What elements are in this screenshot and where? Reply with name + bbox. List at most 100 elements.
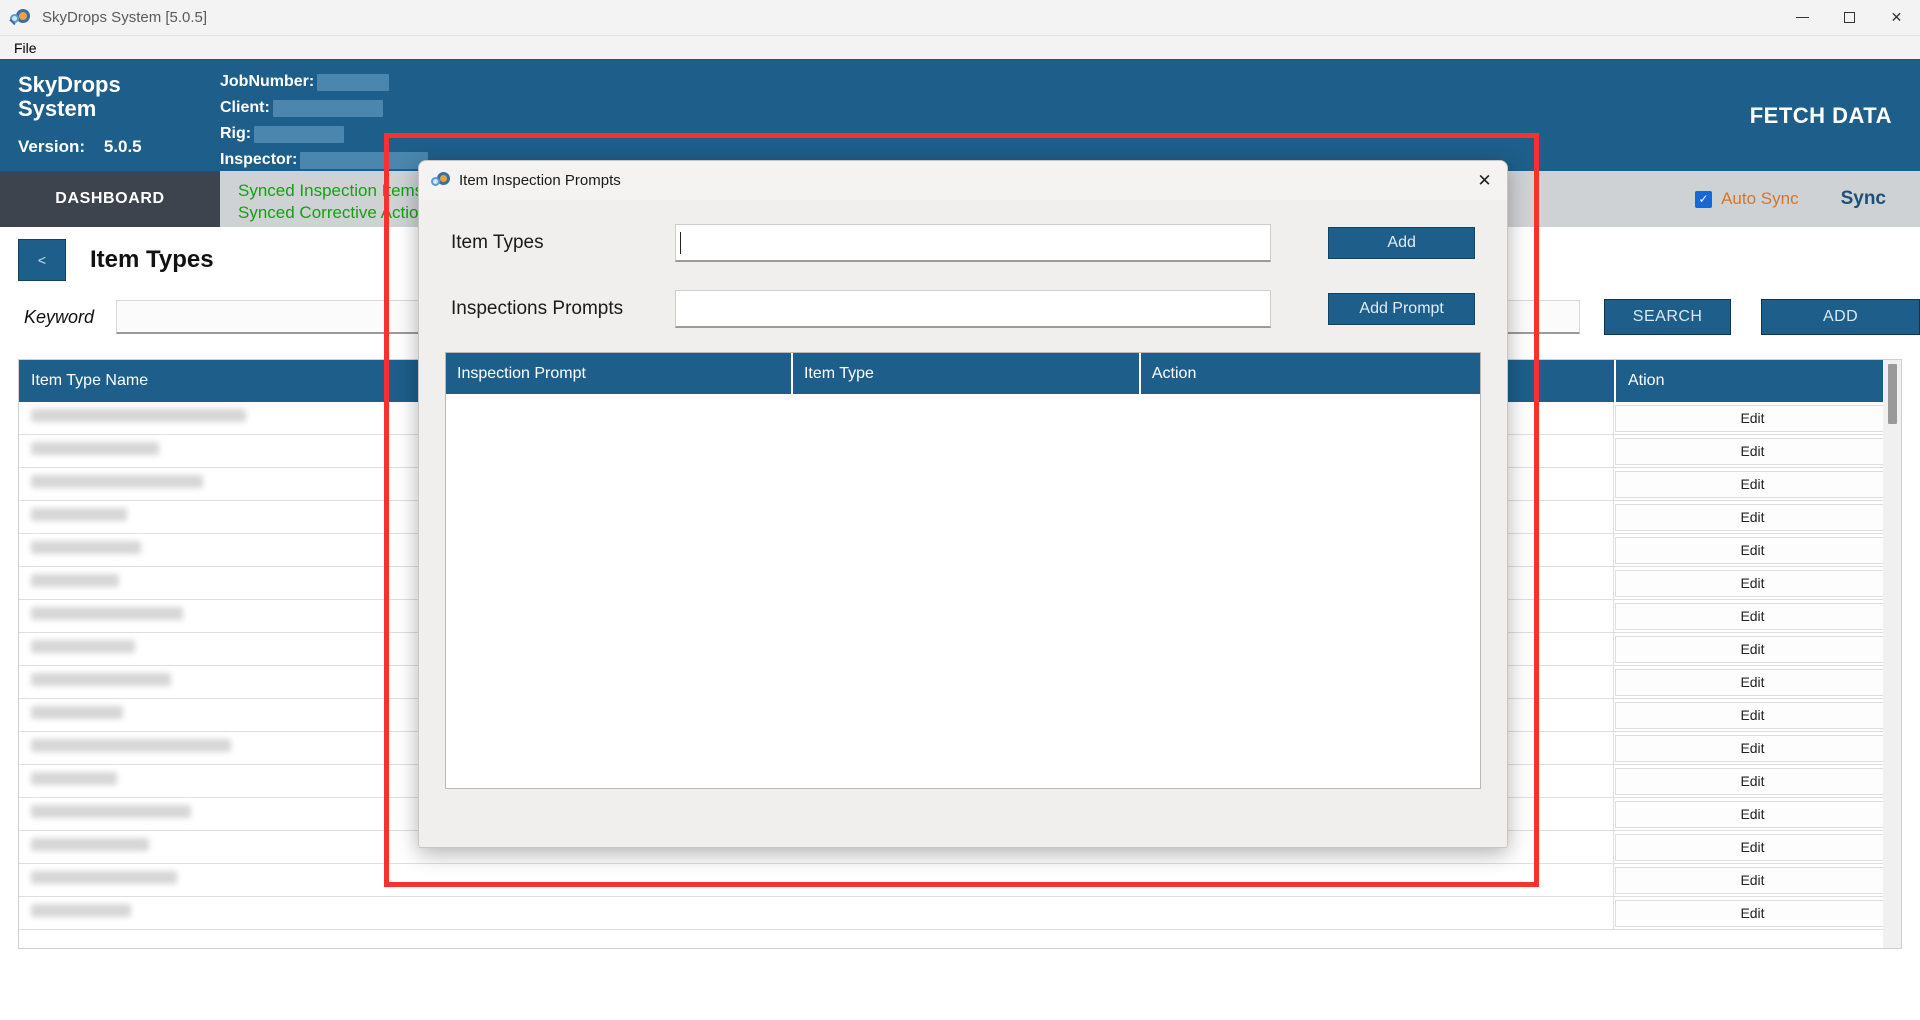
edit-button[interactable]: Edit bbox=[1615, 734, 1890, 762]
window-title: SkyDrops System [5.0.5] bbox=[42, 9, 208, 26]
cell-action: Edit bbox=[1614, 468, 1891, 500]
redacted-value bbox=[31, 772, 117, 785]
edit-button[interactable]: Edit bbox=[1615, 767, 1890, 795]
sync-status-messages: Synced Inspection Items Synced Correctiv… bbox=[220, 171, 436, 227]
auto-sync-checkbox[interactable]: ✓ bbox=[1695, 190, 1713, 208]
application-window: SkyDrops System [5.0.5] ✕ File SkyDrops … bbox=[0, 0, 1920, 1020]
edit-button[interactable]: Edit bbox=[1615, 701, 1890, 729]
job-info-block: JobNumber: Client: Rig: Inspector: bbox=[220, 61, 429, 173]
close-icon[interactable]: ✕ bbox=[1873, 0, 1920, 36]
add-button[interactable]: ADD bbox=[1761, 299, 1920, 335]
cell-action: Edit bbox=[1614, 501, 1891, 533]
rig-row: Rig: bbox=[220, 121, 428, 147]
item-types-field-row: Item Types Add bbox=[451, 220, 1475, 266]
fetch-data-button[interactable]: FETCH DATA bbox=[1750, 103, 1892, 129]
inspections-prompts-label: Inspections Prompts bbox=[451, 298, 624, 319]
back-button[interactable]: < bbox=[18, 239, 66, 281]
brand-name-line2: System bbox=[18, 96, 97, 121]
menu-item-file[interactable]: File bbox=[0, 40, 47, 56]
cell-action: Edit bbox=[1614, 435, 1891, 467]
search-button[interactable]: SEARCH bbox=[1604, 299, 1732, 335]
page-title: Item Types bbox=[90, 246, 214, 273]
edit-button[interactable]: Edit bbox=[1615, 635, 1890, 663]
job-number-row: JobNumber: bbox=[220, 69, 428, 95]
sync-button[interactable]: Sync bbox=[1841, 188, 1886, 210]
edit-button[interactable]: Edit bbox=[1615, 833, 1890, 861]
app-header: SkyDrops System Version: 5.0.5 JobNumber… bbox=[0, 61, 1920, 171]
add-prompt-button[interactable]: Add Prompt bbox=[1328, 293, 1475, 325]
redacted-value bbox=[31, 904, 131, 917]
client-value-redacted bbox=[272, 99, 383, 117]
redacted-value bbox=[31, 871, 177, 884]
edit-button[interactable]: Edit bbox=[1615, 602, 1890, 630]
edit-button[interactable]: Edit bbox=[1615, 536, 1890, 564]
dialog-close-icon[interactable]: ✕ bbox=[1462, 161, 1507, 200]
minimize-button[interactable] bbox=[1779, 0, 1826, 36]
cell-action: Edit bbox=[1614, 633, 1891, 665]
prompts-table-header: Inspection Prompt Item Type Action bbox=[446, 353, 1480, 394]
cell-action: Edit bbox=[1614, 699, 1891, 731]
job-number-value-redacted bbox=[317, 73, 390, 91]
edit-button[interactable]: Edit bbox=[1615, 899, 1890, 927]
client-row: Client: bbox=[220, 95, 428, 121]
redacted-value bbox=[31, 574, 119, 587]
redacted-value bbox=[31, 739, 231, 752]
dashboard-tab[interactable]: DASHBOARD bbox=[0, 171, 220, 227]
inspections-prompts-input[interactable] bbox=[674, 290, 1272, 328]
redacted-value bbox=[31, 640, 135, 653]
window-controls: ✕ bbox=[1779, 0, 1920, 36]
maximize-button[interactable] bbox=[1826, 0, 1873, 36]
item-types-label: Item Types bbox=[451, 232, 544, 253]
cell-action: Edit bbox=[1614, 798, 1891, 830]
edit-button[interactable]: Edit bbox=[1615, 668, 1890, 696]
rig-label: Rig: bbox=[220, 125, 252, 142]
edit-button[interactable]: Edit bbox=[1615, 800, 1890, 828]
text-caret bbox=[679, 231, 681, 254]
add-item-type-button[interactable]: Add bbox=[1328, 227, 1475, 259]
dialog-gear-magnifier-icon bbox=[431, 171, 451, 190]
item-inspection-prompts-dialog: Item Inspection Prompts ✕ Item Types Add… bbox=[418, 160, 1508, 848]
client-label: Client: bbox=[220, 99, 270, 116]
inspector-label: Inspector: bbox=[220, 151, 298, 168]
cell-action: Edit bbox=[1614, 600, 1891, 632]
edit-button[interactable]: Edit bbox=[1615, 437, 1890, 465]
redacted-value bbox=[31, 673, 171, 686]
edit-button[interactable]: Edit bbox=[1615, 866, 1890, 894]
app-gear-magnifier-icon bbox=[9, 8, 32, 28]
cell-action: Edit bbox=[1614, 732, 1891, 764]
edit-button[interactable]: Edit bbox=[1615, 569, 1890, 597]
inspector-value-redacted bbox=[300, 151, 429, 169]
table-row: Edit bbox=[19, 864, 1901, 897]
inspector-row: Inspector: bbox=[220, 147, 429, 173]
keyword-label: Keyword bbox=[24, 306, 95, 327]
version-label: Version: bbox=[18, 137, 86, 156]
table-scrollbar-thumb[interactable] bbox=[1888, 364, 1897, 424]
column-header-item-type: Item Type bbox=[790, 353, 1139, 394]
table-vertical-scrollbar[interactable] bbox=[1883, 360, 1901, 948]
edit-button[interactable]: Edit bbox=[1615, 404, 1890, 432]
menu-bar: File bbox=[0, 36, 1920, 61]
redacted-value bbox=[31, 442, 159, 455]
redacted-value bbox=[31, 541, 141, 554]
sync-status-line-1: Synced Inspection Items bbox=[238, 180, 424, 200]
cell-action: Edit bbox=[1614, 831, 1891, 863]
cell-action: Edit bbox=[1614, 897, 1891, 929]
cell-action: Edit bbox=[1614, 765, 1891, 797]
cell-item-type-name bbox=[19, 897, 1614, 929]
edit-button[interactable]: Edit bbox=[1615, 503, 1890, 531]
cell-item-type-name bbox=[19, 864, 1614, 896]
cell-action: Edit bbox=[1614, 534, 1891, 566]
item-types-input[interactable] bbox=[674, 224, 1272, 262]
rig-value-redacted bbox=[254, 125, 345, 143]
redacted-value bbox=[31, 508, 127, 521]
cell-action: Edit bbox=[1614, 402, 1891, 434]
brand-block: SkyDrops System Version: 5.0.5 bbox=[0, 61, 220, 171]
redacted-value bbox=[31, 805, 191, 818]
inspections-prompts-field-row: Inspections Prompts Add Prompt bbox=[451, 286, 1475, 332]
auto-sync-toggle[interactable]: ✓ Auto Sync bbox=[1695, 189, 1799, 209]
column-header-inspection-prompt: Inspection Prompt bbox=[457, 364, 586, 382]
window-title-bar: SkyDrops System [5.0.5] ✕ bbox=[0, 0, 1920, 36]
edit-button[interactable]: Edit bbox=[1615, 470, 1890, 498]
sync-controls: ✓ Auto Sync Sync bbox=[1695, 171, 1920, 227]
redacted-value bbox=[31, 706, 123, 719]
